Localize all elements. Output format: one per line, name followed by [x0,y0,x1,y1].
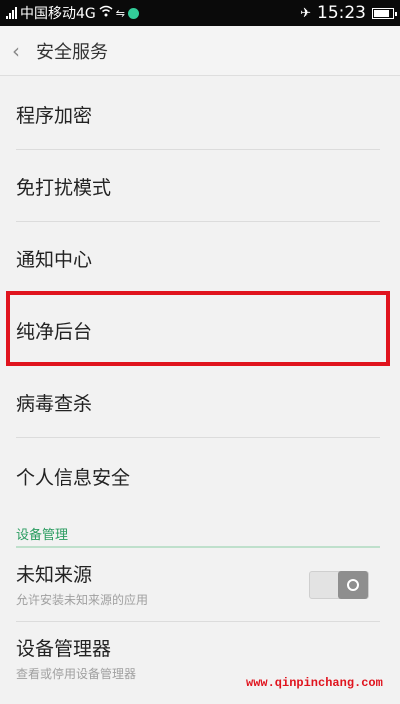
section-title-device-management: 设备管理 [16,528,69,543]
carrier-label: 中国移动4G [20,6,96,22]
status-bar: 中国移动4G ⇋ ✈ 15:23 [0,0,400,26]
page-title: 安全服务 [36,41,108,63]
battery-icon [372,7,397,19]
toggle-ring-icon [347,579,359,591]
usb-icon: ⇋ [115,6,125,20]
wifi-icon [99,5,113,21]
highlight-box [6,291,390,366]
menu-item-label: 个人信息安全 [16,466,131,489]
menu-item-label: 病毒查杀 [16,392,93,415]
status-right: ✈ 15:23 [300,3,397,23]
status-left: 中国移动4G ⇋ [6,3,139,23]
notification-app-icon [127,7,139,19]
signal-icon [6,7,17,19]
clock: 15:23 [317,3,366,23]
divider [16,621,380,622]
menu-item-notification-center[interactable]: 通知中心 [0,222,400,294]
unknown-sources-toggle[interactable] [309,571,369,599]
menu-item-virus-scan[interactable]: 病毒查杀 [0,366,400,438]
menu-item-personal-info-security[interactable]: 个人信息安全 [0,438,400,514]
menu-item-app-encryption[interactable]: 程序加密 [0,78,400,150]
watermark-text: www.qinpinchang.com [246,676,383,690]
back-arrow-icon[interactable]: ‹ [12,39,34,63]
menu-item-do-not-disturb[interactable]: 免打扰模式 [0,150,400,222]
section-divider [16,546,380,548]
menu-item-label: 免打扰模式 [16,176,112,199]
page-header: ‹ 安全服务 [0,26,400,76]
airplane-icon: ✈ [300,5,311,21]
menu-item-label: 程序加密 [16,104,93,127]
toggle-knob [338,571,368,599]
menu-item-label: 通知中心 [16,248,93,271]
setting-title: 设备管理器 [16,638,112,660]
